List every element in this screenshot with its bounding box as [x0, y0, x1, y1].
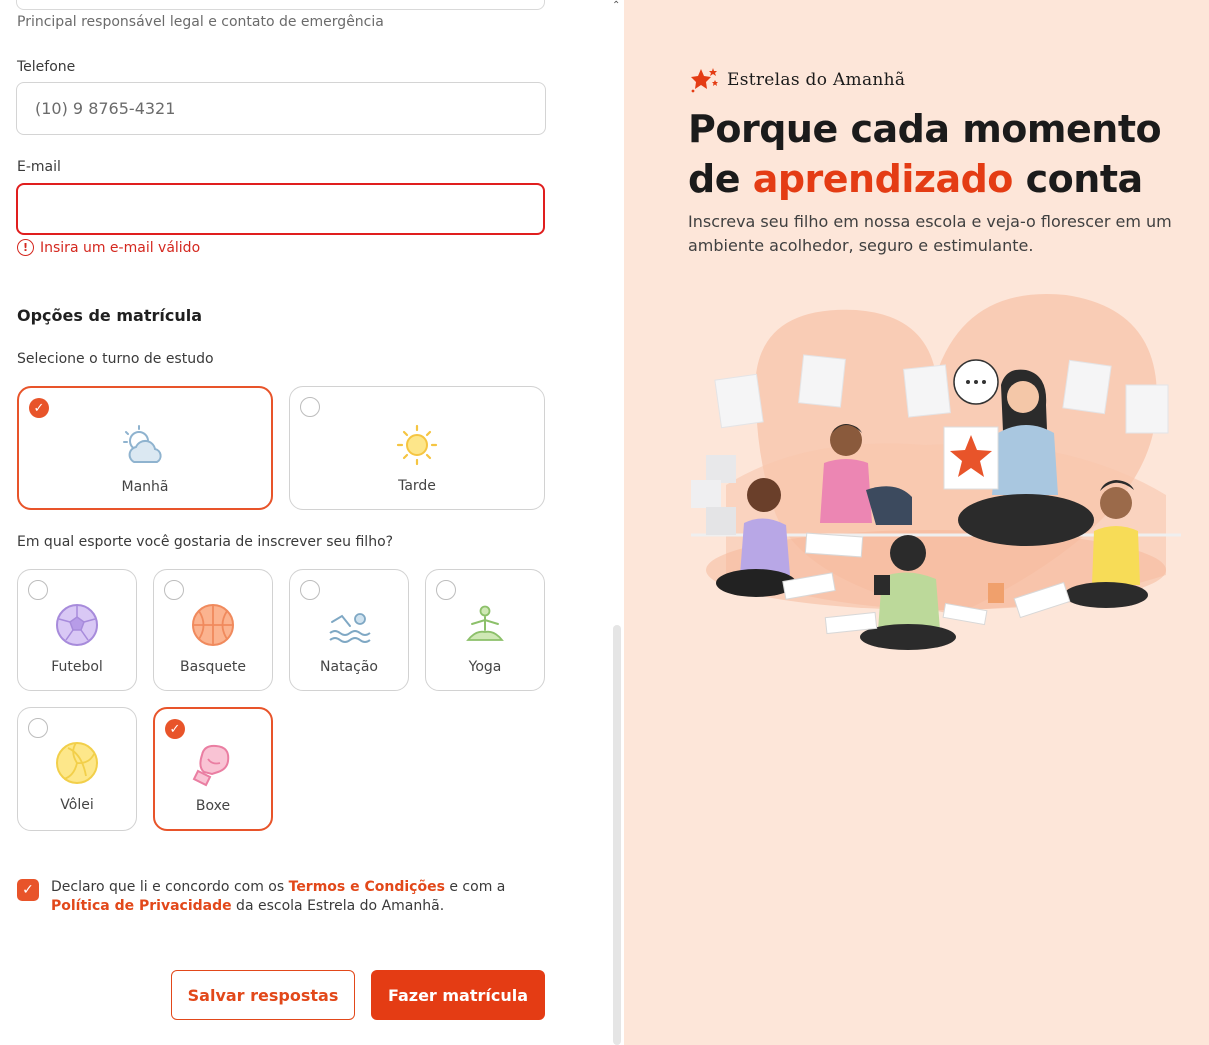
headline-accent: aprendizado [752, 157, 1014, 201]
sport-option-boxe[interactable]: ✓ Boxe [153, 707, 273, 831]
sport-label: Vôlei [60, 797, 94, 813]
star-logo-icon [691, 68, 718, 93]
headline-part: conta [1012, 157, 1144, 201]
shift-option-morning[interactable]: ✓ Manhã [17, 386, 273, 510]
check-icon: ✓ [29, 398, 49, 418]
boxing-glove-icon [192, 744, 230, 787]
email-label: E-mail [17, 159, 61, 175]
radio-button [28, 580, 48, 600]
terms-agreement: ✓ Declaro que li e concordo com os Termo… [17, 878, 521, 916]
phone-label: Telefone [17, 59, 76, 75]
soccer-ball-icon [56, 604, 98, 646]
shift-question: Selecione o turno de estudo [17, 351, 214, 367]
radio-button [436, 580, 456, 600]
swimmer-icon [329, 613, 371, 643]
headline-part: de [688, 157, 753, 201]
email-field[interactable] [16, 183, 545, 235]
submit-button[interactable]: Fazer matrícula [371, 970, 545, 1020]
scrollbar[interactable]: ⌃ [610, 0, 624, 1045]
enrollment-form: Principal responsável legal e contato de… [0, 0, 610, 1045]
radio-button [300, 580, 320, 600]
scrollbar-thumb[interactable] [613, 625, 621, 1045]
terms-text-part: e com a [444, 879, 506, 895]
hero-panel: Estrelas do Amanhã Porque cada momento de… [624, 0, 1209, 1045]
hero-headline: Porque cada momento de aprendizado conta [688, 104, 1208, 204]
terms-checkbox[interactable]: ✓ [17, 879, 39, 901]
radio-button [28, 718, 48, 738]
previous-field[interactable] [16, 0, 545, 10]
helper-text: Principal responsável legal e contato de… [17, 14, 384, 30]
phone-field[interactable] [16, 82, 546, 135]
headline-line1: Porque cada momento [688, 107, 1162, 151]
sport-option-yoga[interactable]: Yoga [425, 569, 545, 691]
sport-option-natacao[interactable]: Natação [289, 569, 409, 691]
yoga-icon [466, 605, 504, 641]
sport-question: Em qual esporte você gostaria de inscrev… [17, 534, 394, 550]
sport-label: Basquete [180, 659, 246, 675]
radio-button [164, 580, 184, 600]
sun-icon [396, 424, 438, 466]
section-title: Opções de matrícula [17, 306, 202, 325]
shift-option-afternoon[interactable]: Tarde [289, 386, 545, 510]
terms-text-part: Declaro que li e concordo com os [51, 879, 289, 895]
volleyball-icon [56, 742, 98, 784]
cloud-sun-icon [123, 425, 162, 463]
sport-option-basquete[interactable]: Basquete [153, 569, 273, 691]
radio-button [300, 397, 320, 417]
scroll-up-icon[interactable]: ⌃ [612, 0, 620, 11]
shift-label: Manhã [121, 479, 169, 495]
sport-label: Futebol [51, 659, 103, 675]
hero-subtext: Inscreva seu filho em nossa escola e vej… [688, 212, 1172, 255]
privacy-link[interactable]: Política de Privacidade [51, 898, 232, 914]
sport-label: Natação [320, 659, 378, 675]
email-error: ! Insira um e-mail válido [17, 239, 200, 256]
save-button[interactable]: Salvar respostas [171, 970, 355, 1020]
sport-label: Yoga [468, 659, 502, 675]
basketball-icon [192, 604, 234, 646]
alert-icon: ! [17, 239, 34, 256]
brand-name: Estrelas do Amanhã [727, 70, 906, 90]
children-learning-illustration [691, 294, 1181, 650]
terms-text-part: da escola Estrela do Amanhã. [231, 898, 445, 914]
sport-option-volei[interactable]: Vôlei [17, 707, 137, 831]
brand: Estrelas do Amanhã [689, 66, 905, 94]
sport-option-futebol[interactable]: Futebol [17, 569, 137, 691]
sport-label: Boxe [195, 798, 231, 814]
terms-text: Declaro que li e concordo com os Termos … [51, 878, 521, 916]
terms-link[interactable]: Termos e Condições [289, 879, 445, 895]
email-error-text: Insira um e-mail válido [40, 239, 201, 256]
check-icon: ✓ [165, 719, 185, 739]
shift-label: Tarde [398, 478, 436, 494]
